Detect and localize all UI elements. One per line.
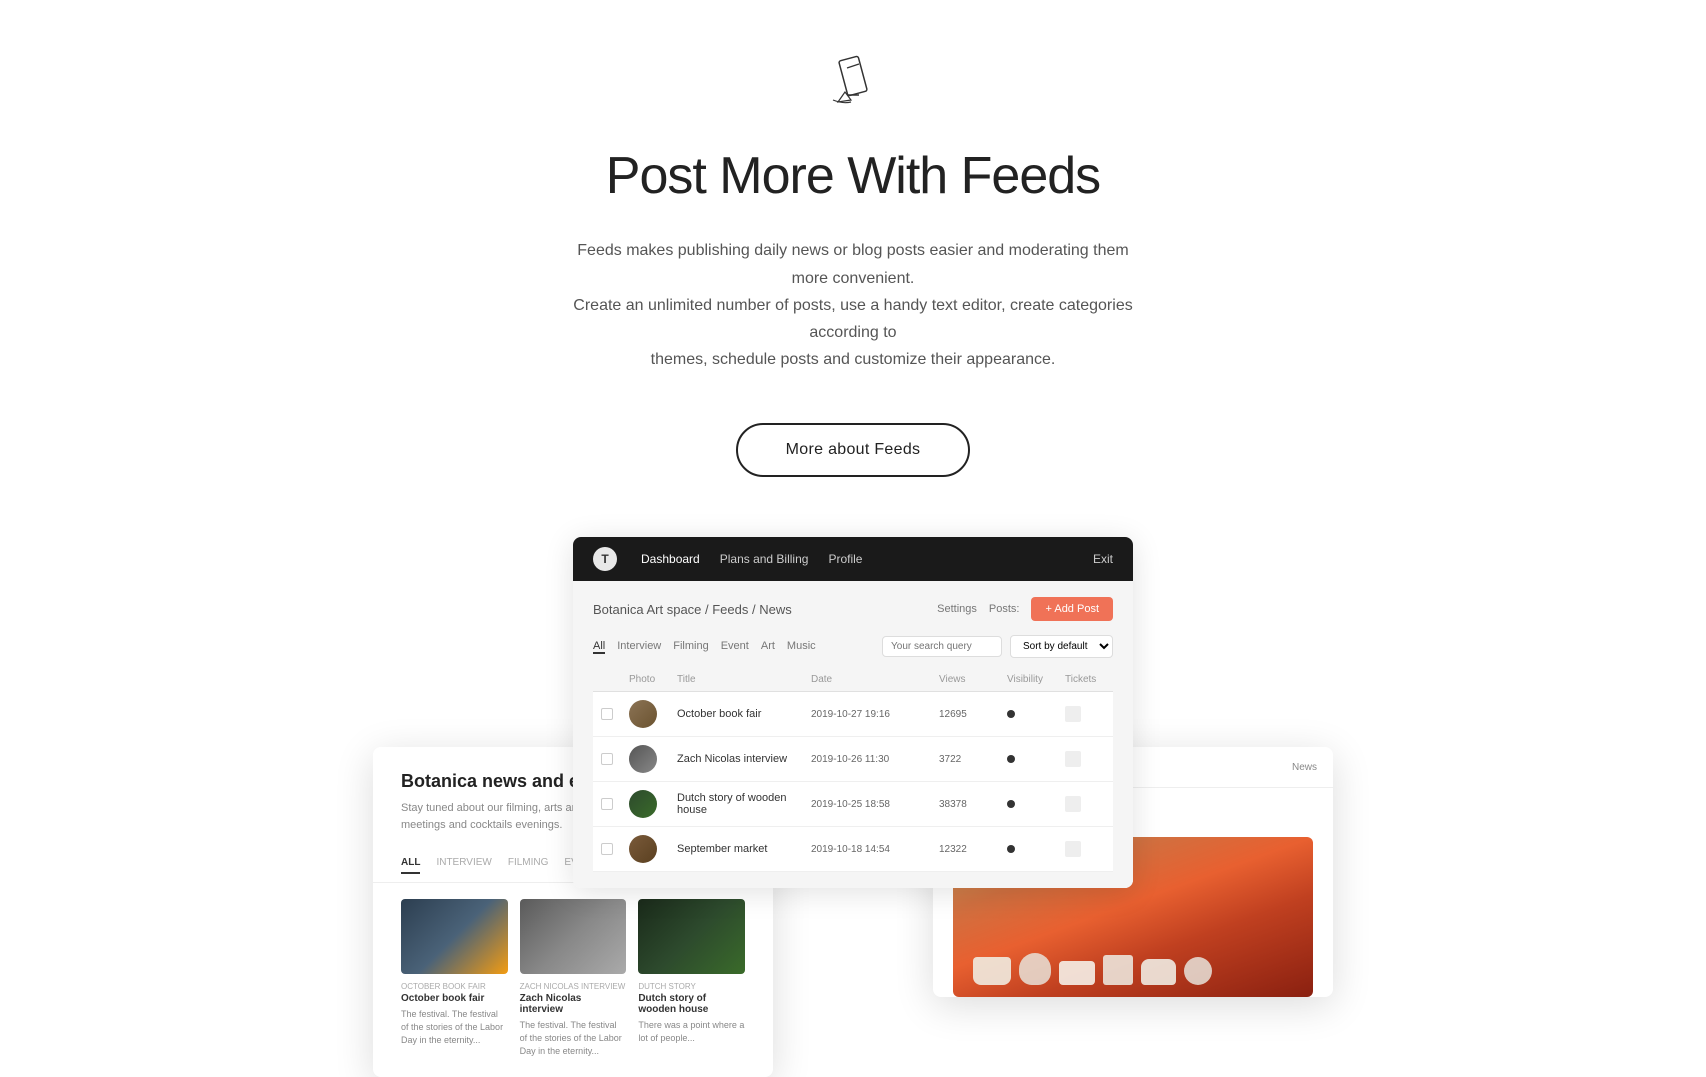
filter-right: Sort by default bbox=[882, 635, 1113, 658]
page-title: Post More With Feeds bbox=[606, 145, 1100, 207]
visibility-indicator bbox=[1007, 800, 1015, 808]
settings-link[interactable]: Settings bbox=[937, 603, 977, 615]
card-category: DUTCH STORY bbox=[638, 982, 745, 991]
filter-tab-art[interactable]: Art bbox=[761, 640, 775, 654]
section-label: News bbox=[1292, 762, 1317, 773]
row-avatar bbox=[629, 700, 657, 728]
card-description: There was a point where a lot of people.… bbox=[638, 1019, 745, 1044]
row-date: 2019-10-27 19:16 bbox=[811, 709, 931, 720]
nav-plans[interactable]: Plans and Billing bbox=[720, 552, 809, 566]
row-checkbox[interactable] bbox=[601, 843, 613, 855]
row-title: Zach Nicolas interview bbox=[677, 753, 803, 765]
card-category: ZACH NICOLAS INTERVIEW bbox=[520, 982, 627, 991]
row-views: 12322 bbox=[939, 844, 999, 855]
table-row[interactable]: Zach Nicolas interview 2019-10-26 11:30 … bbox=[593, 737, 1113, 782]
card-image bbox=[401, 899, 508, 974]
table-row[interactable]: Dutch story of wooden house 2019-10-25 1… bbox=[593, 782, 1113, 827]
search-input[interactable] bbox=[882, 636, 1002, 657]
add-post-button[interactable]: + Add Post bbox=[1031, 597, 1113, 621]
card-title: Zach Nicolas interview bbox=[520, 993, 627, 1015]
filter-tab-event[interactable]: Event bbox=[721, 640, 749, 654]
posts-table: Photo Title Date Views Visibility Ticket… bbox=[593, 668, 1113, 872]
card-title: Dutch story of wooden house bbox=[638, 993, 745, 1015]
frontend-card[interactable]: ZACH NICOLAS INTERVIEW Zach Nicolas inte… bbox=[520, 899, 627, 1057]
card-category: OCTOBER BOOK FAIR bbox=[401, 982, 508, 991]
visibility-indicator bbox=[1007, 845, 1015, 853]
frontend-card[interactable]: OCTOBER BOOK FAIR October book fair The … bbox=[401, 899, 508, 1057]
visibility-indicator bbox=[1007, 755, 1015, 763]
table-row[interactable]: October book fair 2019-10-27 19:16 12695 bbox=[593, 692, 1113, 737]
table-row[interactable]: September market 2019-10-18 14:54 12322 bbox=[593, 827, 1113, 872]
filter-row: All Interview Filming Event Art Music So… bbox=[593, 635, 1113, 658]
row-checkbox[interactable] bbox=[601, 753, 613, 765]
hero-section: Post More With Feeds Feeds makes publish… bbox=[543, 0, 1163, 537]
table-header: Photo Title Date Views Visibility Ticket… bbox=[593, 668, 1113, 692]
frontend-cards: OCTOBER BOOK FAIR October book fair The … bbox=[373, 883, 773, 1077]
row-avatar bbox=[629, 745, 657, 773]
more-about-feeds-button[interactable]: More about Feeds bbox=[736, 423, 971, 477]
screenshots-section: T Dashboard Plans and Billing Profile Ex… bbox=[253, 537, 1453, 997]
frontend-tab-all[interactable]: ALL bbox=[401, 857, 420, 874]
topbar-logo: T bbox=[593, 547, 617, 571]
filter-tabs: All Interview Filming Event Art Music bbox=[593, 640, 816, 654]
row-avatar bbox=[629, 790, 657, 818]
card-image bbox=[638, 899, 745, 974]
admin-topbar: T Dashboard Plans and Billing Profile Ex… bbox=[573, 537, 1133, 581]
card-description: The festival. The festival of the storie… bbox=[401, 1008, 508, 1046]
row-date: 2019-10-25 18:58 bbox=[811, 799, 931, 810]
nav-profile[interactable]: Profile bbox=[828, 552, 862, 566]
row-date: 2019-10-18 14:54 bbox=[811, 844, 931, 855]
row-views: 3722 bbox=[939, 754, 999, 765]
row-title: October book fair bbox=[677, 708, 803, 720]
row-checkbox[interactable] bbox=[601, 708, 613, 720]
breadcrumb-row: Botanica Art space / Feeds / News Settin… bbox=[593, 597, 1113, 621]
frontend-tab-interview[interactable]: INTERVIEW bbox=[436, 857, 491, 874]
card-description: The festival. The festival of the storie… bbox=[520, 1019, 627, 1057]
row-action[interactable] bbox=[1065, 751, 1081, 767]
row-checkbox[interactable] bbox=[601, 798, 613, 810]
filter-tab-all[interactable]: All bbox=[593, 640, 605, 654]
breadcrumb: Botanica Art space / Feeds / News bbox=[593, 602, 792, 617]
pen-icon bbox=[823, 40, 883, 115]
breadcrumb-actions: Settings Posts: + Add Post bbox=[937, 597, 1113, 621]
frontend-card[interactable]: DUTCH STORY Dutch story of wooden house … bbox=[638, 899, 745, 1057]
filter-tab-music[interactable]: Music bbox=[787, 640, 816, 654]
frontend-tab-filming[interactable]: FILMING bbox=[508, 857, 549, 874]
row-date: 2019-10-26 11:30 bbox=[811, 754, 931, 765]
visibility-indicator bbox=[1007, 710, 1015, 718]
hero-description: Feeds makes publishing daily news or blo… bbox=[563, 237, 1143, 373]
filter-tab-filming[interactable]: Filming bbox=[673, 640, 708, 654]
posts-label: Posts: bbox=[989, 603, 1020, 615]
nav-dashboard[interactable]: Dashboard bbox=[641, 552, 700, 566]
row-title: September market bbox=[677, 843, 803, 855]
card-title: October book fair bbox=[401, 993, 508, 1004]
exit-button[interactable]: Exit bbox=[1093, 552, 1113, 566]
row-title: Dutch story of wooden house bbox=[677, 792, 803, 816]
row-action[interactable] bbox=[1065, 706, 1081, 722]
row-action[interactable] bbox=[1065, 796, 1081, 812]
row-avatar bbox=[629, 835, 657, 863]
card-image bbox=[520, 899, 627, 974]
admin-content: Botanica Art space / Feeds / News Settin… bbox=[573, 581, 1133, 888]
row-views: 12695 bbox=[939, 709, 999, 720]
row-action[interactable] bbox=[1065, 841, 1081, 857]
filter-tab-interview[interactable]: Interview bbox=[617, 640, 661, 654]
sort-select[interactable]: Sort by default bbox=[1010, 635, 1113, 658]
admin-screenshot: T Dashboard Plans and Billing Profile Ex… bbox=[573, 537, 1133, 888]
topbar-nav: Dashboard Plans and Billing Profile bbox=[641, 552, 862, 566]
row-views: 38378 bbox=[939, 799, 999, 810]
